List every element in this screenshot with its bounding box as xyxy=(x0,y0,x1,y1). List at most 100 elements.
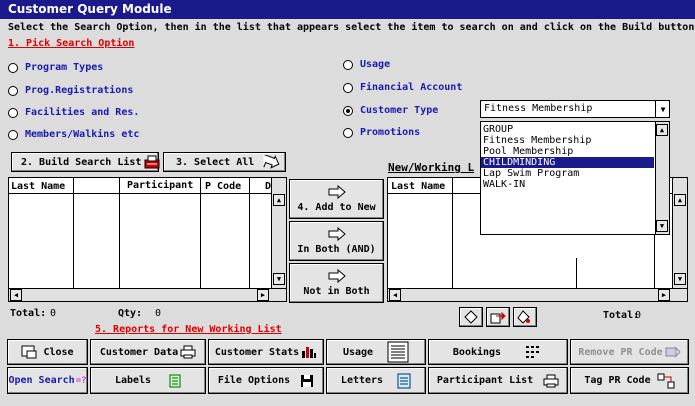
bookings-button[interactable]: Bookings xyxy=(428,339,568,365)
close-window-icon xyxy=(21,345,37,359)
radio-prog-registrations[interactable] xyxy=(8,86,18,96)
select-all-label: 3. Select All xyxy=(176,156,255,168)
letters-button[interactable]: Letters xyxy=(326,367,426,394)
document-icon xyxy=(387,341,409,363)
vertical-scrollbar[interactable]: ▲ ▼ xyxy=(271,178,286,288)
column-divider xyxy=(576,258,577,288)
working-list-title: New/Working L xyxy=(388,161,475,174)
customer-type-list[interactable]: GROUP Fitness Membership Pool Membership… xyxy=(480,121,670,235)
total-value: 0 xyxy=(50,308,57,319)
qty-label: Qty: xyxy=(118,308,143,319)
option-label: Financial Account xyxy=(360,82,463,93)
labels-button[interactable]: Labels xyxy=(90,367,206,394)
vertical-scrollbar[interactable]: ▲ ▼ xyxy=(672,178,687,288)
build-search-list-button[interactable]: 2. Build Search List xyxy=(11,152,160,172)
labels-icon xyxy=(169,374,181,388)
option-label: Usage xyxy=(360,59,391,70)
remove-pr-code-label: Remove PR Code xyxy=(578,346,663,358)
radio-promotions[interactable] xyxy=(343,128,353,138)
tag-pr-code-label: Tag PR Code xyxy=(584,375,651,386)
radio-program-types[interactable] xyxy=(8,63,18,73)
not-in-both-button[interactable]: Not in Both xyxy=(289,263,384,303)
radio-financial-account[interactable] xyxy=(343,83,353,93)
list-item-selected[interactable]: CHILDMINDING xyxy=(481,157,654,168)
customer-data-button[interactable]: Customer Data xyxy=(90,339,206,365)
list-item[interactable]: Fitness Membership xyxy=(481,135,654,146)
column-divider xyxy=(249,178,250,288)
participant-list-label: Participant List xyxy=(436,375,534,386)
scroll-up-icon[interactable]: ▲ xyxy=(656,124,668,136)
total-label: Total: xyxy=(10,308,47,319)
scroll-down-icon[interactable]: ▼ xyxy=(674,273,686,285)
tag-pr-code-button[interactable]: Tag PR Code xyxy=(570,367,689,394)
radio-facilities[interactable] xyxy=(8,108,18,118)
add-to-new-label: 4. Add to New xyxy=(297,202,376,213)
header-divider xyxy=(9,193,271,194)
file-options-button[interactable]: File Options xyxy=(208,367,324,394)
arrow-right-icon xyxy=(328,269,346,283)
open-search-label: Open Search xyxy=(8,375,75,386)
scroll-left-icon[interactable]: ◀ xyxy=(10,289,22,301)
bookings-label: Bookings xyxy=(452,346,502,358)
horizontal-scrollbar[interactable]: ◀ ▶ xyxy=(388,288,687,301)
build-button-label: 2. Build Search List xyxy=(21,156,142,168)
add-to-new-button[interactable]: 4. Add to New xyxy=(289,179,384,219)
radio-members-walkins[interactable] xyxy=(8,130,18,140)
radio-customer-type[interactable] xyxy=(343,106,353,116)
clear-list-button[interactable] xyxy=(459,307,483,327)
grid-icon xyxy=(525,345,543,359)
vertical-scrollbar[interactable]: ▲ ▼ xyxy=(655,122,669,234)
open-search-icon: =? xyxy=(75,375,87,386)
export-list-button[interactable] xyxy=(486,307,510,327)
scroll-right-icon[interactable]: ▶ xyxy=(658,289,670,301)
close-button[interactable]: Close xyxy=(7,339,88,365)
arrow-right-icon xyxy=(328,185,346,199)
list-item[interactable]: Lap Swim Program xyxy=(481,168,654,179)
option-label: Program Types xyxy=(25,62,104,73)
export-icon xyxy=(490,310,506,324)
scroll-left-icon[interactable]: ◀ xyxy=(389,289,401,301)
letters-label: Letters xyxy=(340,375,384,386)
remove-pr-code-button[interactable]: Remove PR Code xyxy=(570,339,689,365)
usage-button[interactable]: Usage xyxy=(326,339,426,365)
qty-value: 0 xyxy=(155,308,162,319)
customer-data-label: Customer Data xyxy=(99,346,179,358)
open-search-button[interactable]: Open Search =? xyxy=(7,367,88,394)
right-total-label: Total: xyxy=(603,310,640,321)
column-header-participant: Participant xyxy=(127,180,194,191)
window-title: Customer Query Module xyxy=(0,0,695,19)
scroll-down-icon[interactable]: ▼ xyxy=(656,220,668,232)
participant-list-button[interactable]: Participant List xyxy=(428,367,568,394)
file-options-label: File Options xyxy=(217,375,291,386)
list-item[interactable]: Pool Membership xyxy=(481,146,654,157)
tag-code-icon xyxy=(657,373,675,389)
bar-chart-icon xyxy=(301,345,317,359)
scroll-up-icon[interactable]: ▲ xyxy=(273,194,285,206)
option-label: Facilities and Res. xyxy=(25,107,140,118)
instructions-text: Select the Search Option, then in the li… xyxy=(8,22,695,33)
search-results-list[interactable]: Last Name Participant P Code D ▲ ▼ ◀ ▶ xyxy=(8,177,287,302)
labels-label: Labels xyxy=(114,375,152,386)
build-icon xyxy=(144,155,160,169)
letter-icon xyxy=(397,373,411,389)
in-both-button[interactable]: In Both (AND) xyxy=(289,221,384,261)
scroll-right-icon[interactable]: ▶ xyxy=(257,289,269,301)
tag-list-button[interactable] xyxy=(513,307,537,327)
diamond-icon xyxy=(464,310,478,324)
list-item[interactable]: WALK-IN xyxy=(481,179,654,190)
scroll-up-icon[interactable]: ▲ xyxy=(674,194,686,206)
customer-type-dropdown[interactable]: Fitness Membership ▼ xyxy=(480,100,670,118)
floppy-disk-icon xyxy=(300,374,314,388)
radio-usage[interactable] xyxy=(343,60,353,70)
chevron-down-icon[interactable]: ▼ xyxy=(655,101,670,117)
horizontal-scrollbar[interactable]: ◀ ▶ xyxy=(9,288,286,301)
scroll-down-icon[interactable]: ▼ xyxy=(273,273,285,285)
option-label: Members/Walkins etc xyxy=(25,129,140,140)
select-all-button[interactable]: 3. Select All xyxy=(163,152,286,172)
column-header-last-name: Last Name xyxy=(391,181,446,192)
column-header-pcode: P Code xyxy=(205,181,242,192)
list-item[interactable]: GROUP xyxy=(481,124,654,135)
not-in-both-label: Not in Both xyxy=(303,286,370,297)
option-label: Customer Type xyxy=(360,105,439,116)
customer-stats-button[interactable]: Customer Stats xyxy=(208,339,324,365)
